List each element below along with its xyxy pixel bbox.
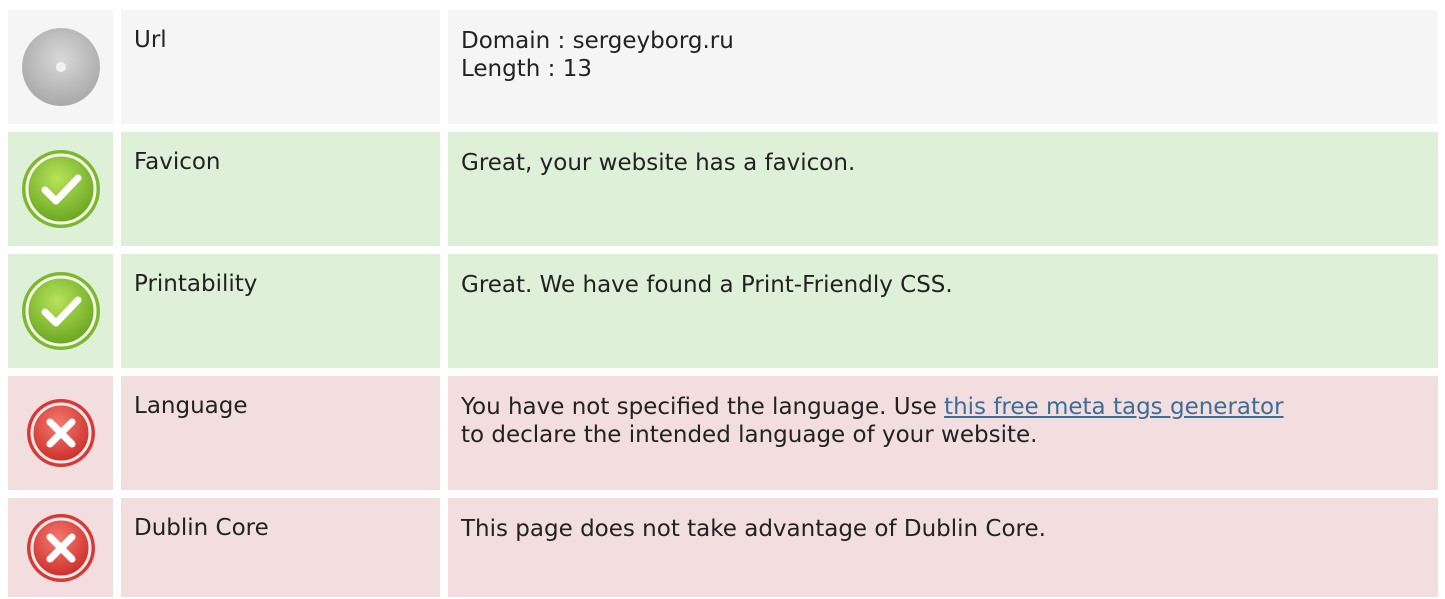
cross-icon (26, 399, 95, 467)
table-row-url: Url Domain : sergeyborg.ru Length : 13 (8, 10, 1438, 124)
neutral-dot-icon (21, 28, 100, 106)
language-message: You have not specified the language. Use (461, 394, 945, 420)
table-row-dublin-core: Dublin Core This page does not take adva… (8, 498, 1438, 597)
status-cell (8, 376, 113, 490)
row-label: Url (121, 10, 440, 124)
row-value: This page does not take advantage of Dub… (448, 498, 1438, 597)
row-label: Favicon (121, 132, 440, 246)
row-value: Great, your website has a favicon. (448, 132, 1438, 246)
status-cell (8, 498, 113, 597)
check-icon (21, 272, 100, 350)
meta-tags-generator-link[interactable]: this free meta tags generator (944, 394, 1284, 420)
status-cell (8, 132, 113, 246)
table-row-language: Language You have not specified the lang… (8, 376, 1438, 490)
status-cell (8, 254, 113, 368)
status-cell (8, 10, 113, 124)
length-text: Length : 13 (461, 56, 592, 82)
row-label: Language (121, 376, 440, 490)
seo-report-table: Url Domain : sergeyborg.ru Length : 13 F… (8, 10, 1438, 597)
row-value: Domain : sergeyborg.ru Length : 13 (448, 10, 1438, 124)
check-icon (21, 150, 100, 228)
row-value: Great. We have found a Print-Friendly CS… (448, 254, 1438, 368)
language-message-continued: to declare the intended language of your… (461, 422, 1038, 448)
row-label: Dublin Core (121, 498, 440, 597)
row-value: You have not specified the language. Use… (448, 376, 1438, 490)
table-row-favicon: Favicon Great, your website has a favico… (8, 132, 1438, 246)
table-row-printability: Printability Great. We have found a Prin… (8, 254, 1438, 368)
row-label: Printability (121, 254, 440, 368)
domain-text: Domain : sergeyborg.ru (461, 28, 734, 54)
cross-icon (26, 513, 95, 582)
